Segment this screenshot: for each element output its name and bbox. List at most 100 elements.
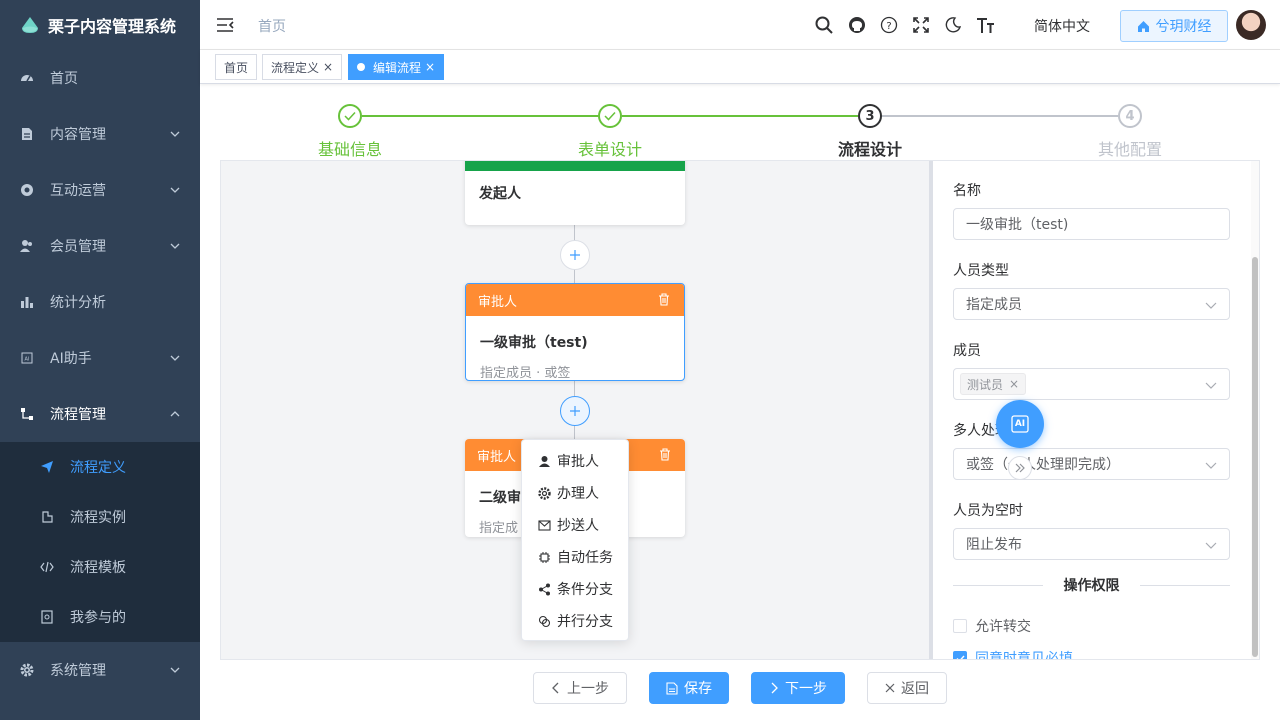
expand-button[interactable] (1008, 456, 1032, 480)
step-4-label: 其他配置 (1097, 140, 1162, 159)
node-type: 审批人 (477, 449, 517, 465)
dark-mode-icon[interactable] (943, 15, 963, 35)
steps: 基础信息 表单设计 3 流程设计 4 其他配置 (220, 100, 1260, 160)
chevron-down-icon (170, 187, 180, 193)
language-switch[interactable]: 简体中文 (1034, 16, 1090, 36)
permissions-section-title: 操作权限 (953, 575, 1230, 595)
user-icon (539, 455, 550, 467)
flow-node-start[interactable]: 发起人 (465, 161, 685, 225)
sidebar-item-label: 内容管理 (50, 127, 106, 143)
tag-definition[interactable]: 流程定义 × (262, 54, 343, 80)
add-node-button-active[interactable] (560, 396, 590, 426)
sidebar-item-content[interactable]: 内容管理 (0, 106, 200, 162)
github-icon[interactable] (847, 15, 867, 35)
menu-item-condition[interactable]: 条件分支 (522, 573, 628, 605)
close-icon[interactable]: × (323, 60, 333, 74)
navbar: 首页 ? 简体中文 兮玥财经 (200, 0, 1280, 50)
menu-item-parallel[interactable]: 并行分支 (522, 605, 628, 637)
node-subtitle: 指定成员 · 或签 (480, 366, 571, 381)
step-connector (882, 115, 1118, 117)
divider (1140, 585, 1230, 586)
sidebar-subitem-template[interactable]: 流程模板 (0, 542, 200, 592)
menu-item-approver[interactable]: 审批人 (522, 445, 628, 477)
save-button[interactable]: 保存 (649, 672, 729, 704)
tag-label: 首页 (224, 60, 249, 75)
close-icon[interactable]: × (1009, 377, 1019, 391)
sidebar-subitem-definition[interactable]: 流程定义 (0, 442, 200, 492)
name-input[interactable]: 一级审批（test) (953, 208, 1230, 240)
add-node-button[interactable] (560, 240, 590, 270)
comment-required-checkbox[interactable]: 同意时意见必填 (953, 648, 1073, 659)
back-button[interactable]: 返回 (867, 672, 947, 704)
delete-icon[interactable] (658, 293, 670, 306)
member-label: 成员 (953, 343, 981, 359)
sidebar-item-ai[interactable]: AI AI助手 (0, 330, 200, 386)
menu-item-cc[interactable]: 抄送人 (522, 509, 628, 541)
type-select-value: 指定成员 (966, 297, 1022, 313)
sidebar-item-statistics[interactable]: 统计分析 (0, 274, 200, 330)
dashboard-icon (20, 71, 34, 85)
step-2-circle[interactable] (598, 104, 622, 128)
close-icon[interactable]: × (425, 60, 435, 74)
sidebar-subitem-label: 我参与的 (70, 610, 126, 626)
font-size-icon[interactable] (975, 15, 995, 35)
sidebar: 栗子内容管理系统 首页 内容管理 互动运营 会员管理 统计分析 AI AI助手 … (0, 0, 200, 720)
step-4-circle[interactable]: 4 (1118, 104, 1142, 128)
step-1-circle[interactable] (338, 104, 362, 128)
sidebar-subitem-instance[interactable]: 流程实例 (0, 492, 200, 542)
mail-icon (538, 519, 551, 531)
panel-scrollbar[interactable] (1251, 161, 1259, 659)
gear-icon (20, 663, 34, 677)
flow-node-approver-1[interactable]: 审批人 一级审批（test) 指定成员 · 或签 (465, 283, 685, 381)
hamburger-icon[interactable] (216, 16, 234, 34)
sidebar-item-interaction[interactable]: 互动运营 (0, 162, 200, 218)
menu-item-label: 并行分支 (557, 614, 613, 630)
next-step-button[interactable]: 下一步 (751, 672, 845, 704)
sidebar-subitem-label: 流程实例 (70, 510, 126, 526)
empty-select[interactable]: 阻止发布 (953, 528, 1230, 560)
menu-item-auto-task[interactable]: 自动任务 (522, 541, 628, 573)
type-select[interactable]: 指定成员 (953, 288, 1230, 320)
node-header (465, 161, 685, 171)
tag-label: 流程定义 (271, 60, 320, 75)
sidebar-item-system[interactable]: 系统管理 (0, 642, 200, 698)
tag-home[interactable]: 首页 (215, 54, 258, 80)
multi-select[interactable]: 或签（一人处理即完成） (953, 448, 1230, 480)
member-tag: 测试员 × (960, 373, 1027, 395)
chevron-left-icon (552, 682, 559, 694)
document-icon (666, 681, 678, 695)
gear-icon (538, 486, 551, 500)
app-logo[interactable]: 栗子内容管理系统 (0, 0, 200, 50)
avatar[interactable] (1236, 10, 1266, 40)
logo-icon (22, 17, 38, 33)
menu-item-handler[interactable]: 办理人 (522, 477, 628, 509)
flow-canvas[interactable]: 发起人 审批人 一级审批（test) 指定成员 · 或签 审批人 二级审 指定成… (220, 160, 1260, 660)
delete-icon[interactable] (659, 448, 671, 461)
sidebar-item-members[interactable]: 会员管理 (0, 218, 200, 274)
back-label: 返回 (901, 681, 929, 697)
search-icon[interactable] (814, 15, 834, 35)
type-label: 人员类型 (953, 263, 1009, 279)
member-select[interactable]: 测试员 × (953, 368, 1230, 400)
prev-step-button[interactable]: 上一步 (533, 672, 627, 704)
sidebar-item-workflow[interactable]: 流程管理 (0, 386, 200, 442)
fullscreen-icon[interactable] (911, 15, 931, 35)
sidebar-item-home[interactable]: 首页 (0, 50, 200, 106)
chevron-down-icon (1205, 382, 1217, 389)
tenant-button[interactable]: 兮玥财经 (1120, 10, 1228, 42)
step-3-circle[interactable]: 3 (858, 104, 882, 128)
ai-assistant-button[interactable]: AI (996, 400, 1044, 448)
breadcrumb[interactable]: 首页 (258, 16, 286, 36)
allow-transfer-checkbox[interactable]: 允许转交 (953, 616, 1031, 636)
step-1-label: 基础信息 (317, 140, 382, 159)
chevron-down-icon (170, 355, 180, 361)
plus-icon (570, 250, 580, 260)
help-icon[interactable]: ? (879, 15, 899, 35)
svg-text:?: ? (886, 21, 891, 32)
scrollbar-thumb[interactable] (1252, 257, 1258, 657)
chevron-down-icon (170, 243, 180, 249)
sidebar-item-label: 系统管理 (50, 663, 106, 679)
node-title: 发起人 (479, 186, 521, 202)
tag-edit-flow[interactable]: 编辑流程 × (348, 54, 445, 80)
sidebar-subitem-participated[interactable]: 我参与的 (0, 592, 200, 642)
